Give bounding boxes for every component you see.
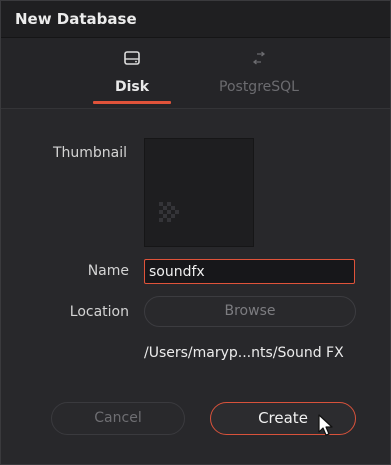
network-arrows-icon	[251, 50, 267, 69]
tab-postgresql-label: PostgreSQL	[219, 79, 299, 95]
location-path: /Users/maryp...nts/Sound FX	[144, 345, 344, 361]
name-label: Name	[87, 263, 129, 279]
dialog-title: New Database	[15, 10, 137, 28]
tab-selected-indicator	[93, 101, 171, 104]
disk-icon	[124, 50, 140, 69]
thumbnail-placeholder-icon	[159, 202, 179, 226]
name-input[interactable]	[144, 259, 355, 284]
mouse-cursor-icon	[318, 414, 334, 442]
database-type-tabs: Disk PostgreSQL	[1, 38, 390, 109]
tab-disk-label: Disk	[114, 79, 150, 95]
thumbnail-label: Thumbnail	[52, 145, 127, 161]
cancel-button[interactable]: Cancel	[51, 402, 185, 435]
location-label: Location	[69, 304, 129, 320]
browse-button[interactable]: Browse	[144, 296, 356, 327]
tab-disk[interactable]: Disk	[89, 38, 175, 108]
new-database-dialog: New Database Disk PostgreSQL Thumbnail N…	[0, 0, 391, 465]
create-button[interactable]: Create	[210, 402, 356, 435]
thumbnail-drop-area[interactable]	[144, 138, 254, 247]
tab-postgresql[interactable]: PostgreSQL	[203, 38, 315, 108]
dialog-titlebar: New Database	[1, 1, 390, 38]
